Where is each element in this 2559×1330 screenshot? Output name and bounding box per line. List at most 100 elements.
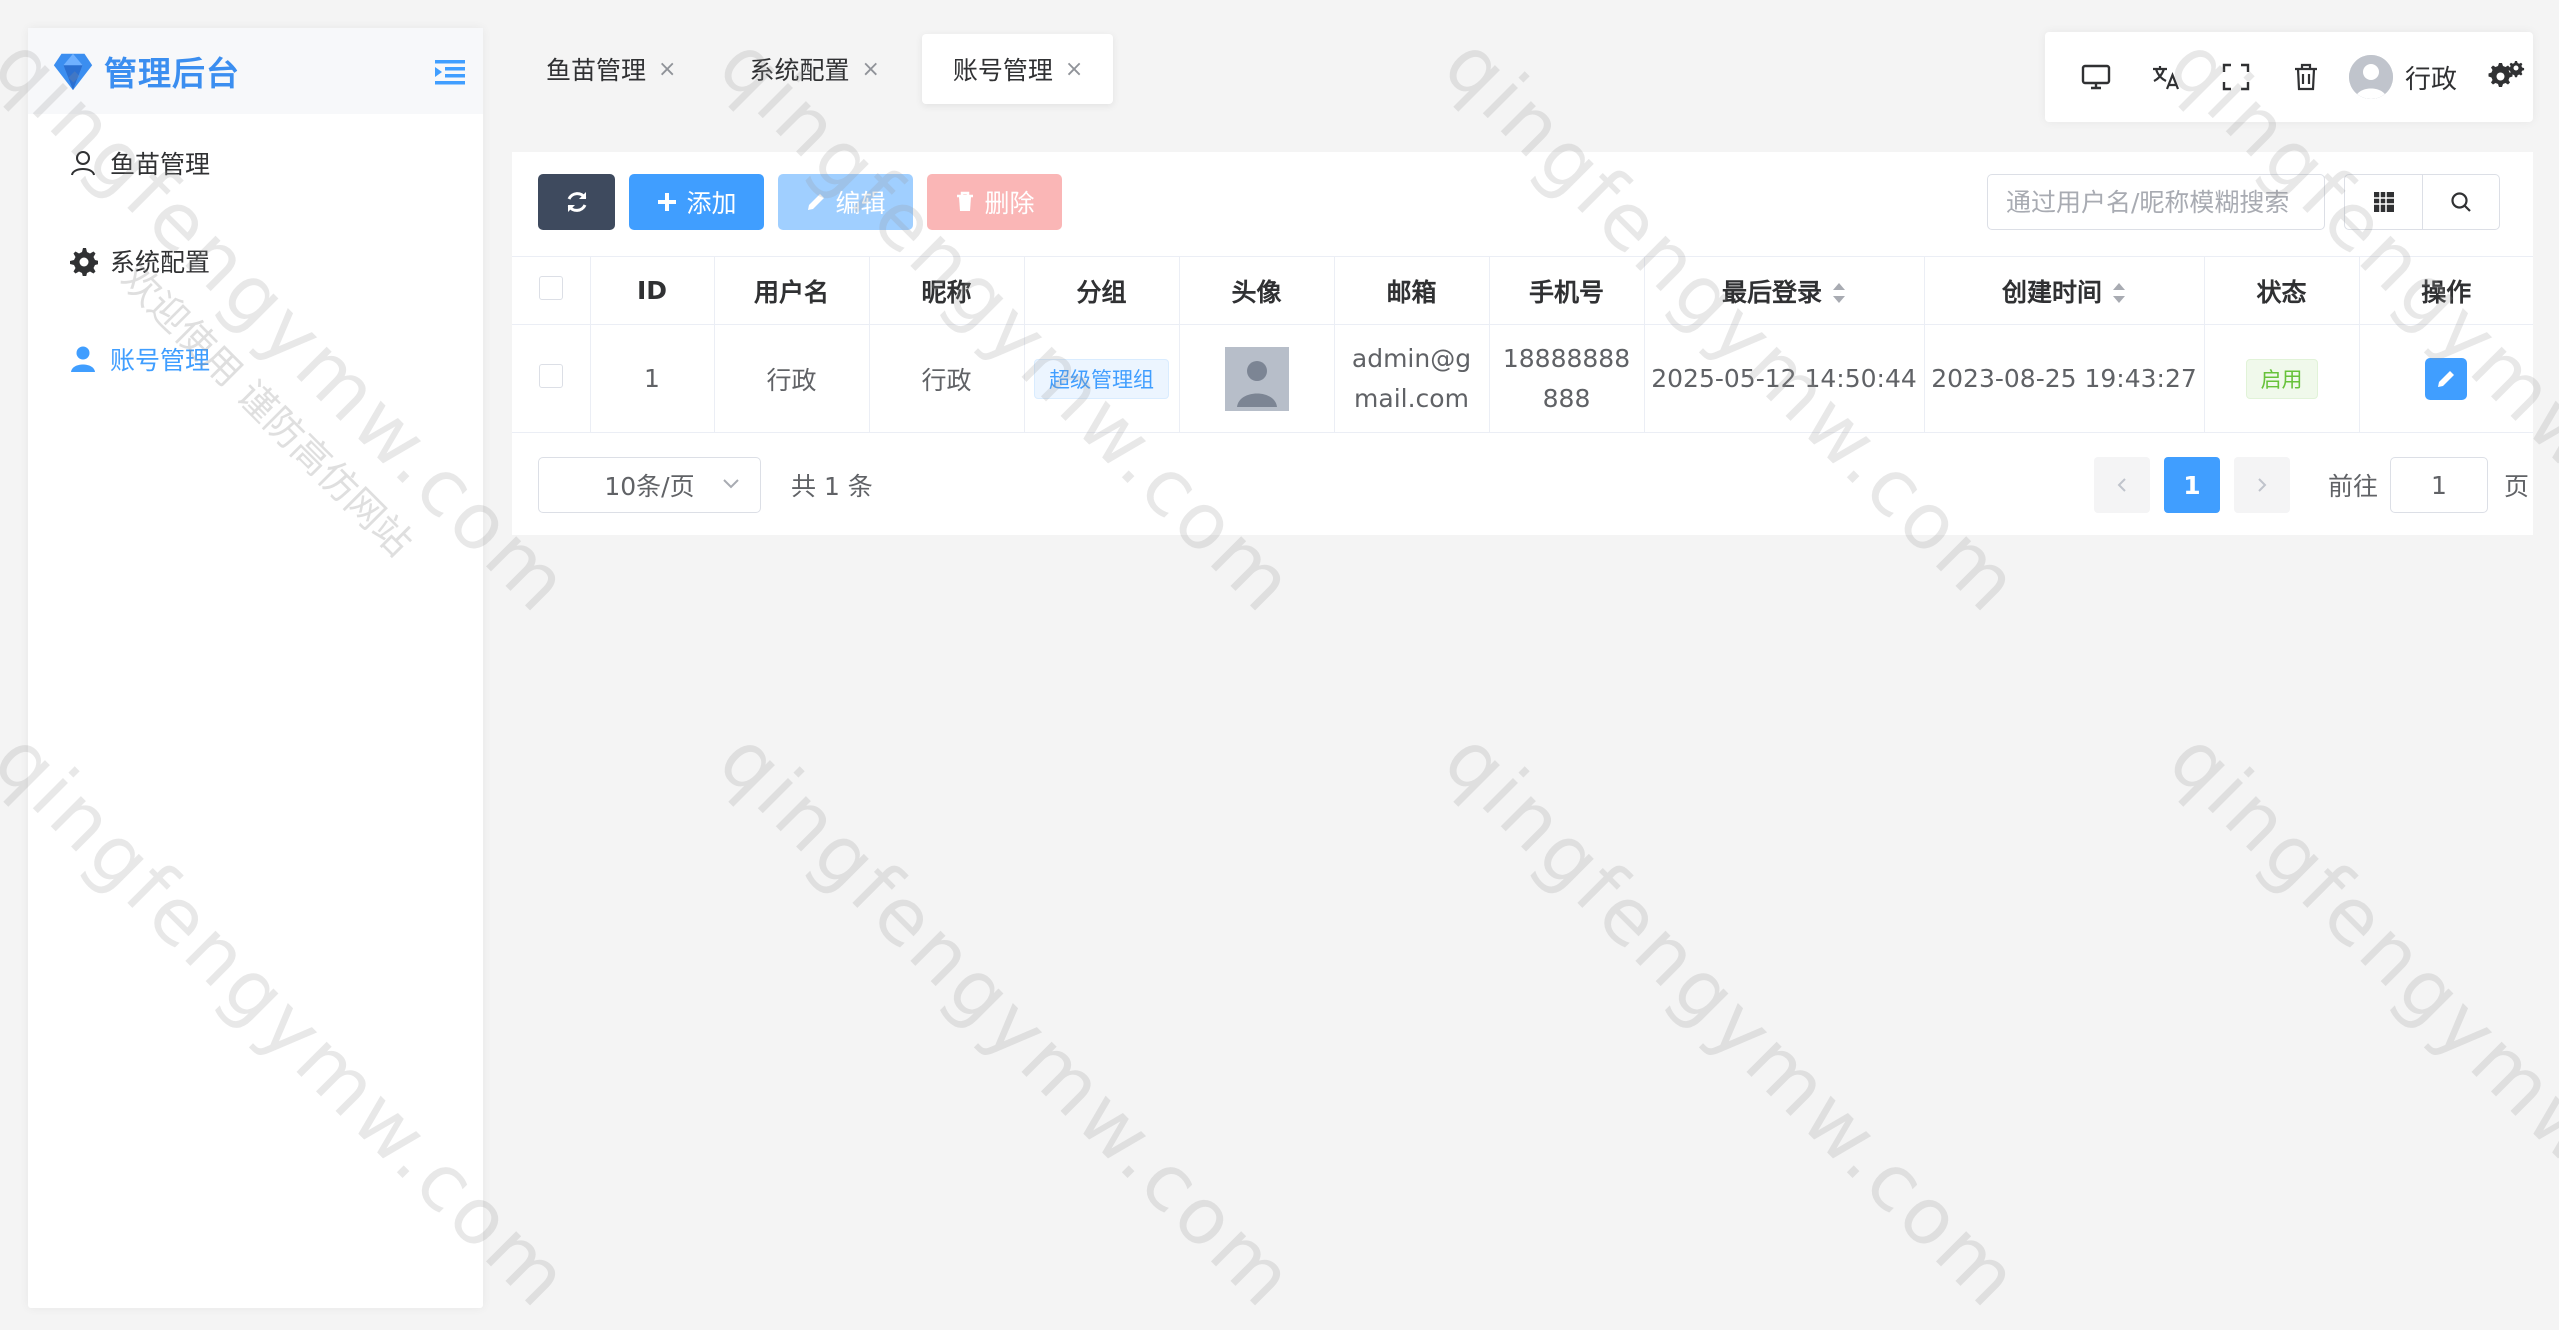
- settings-gear-icon[interactable]: [2485, 57, 2525, 97]
- refresh-button[interactable]: [538, 174, 615, 230]
- watermark: qingfengymw.com: [2151, 715, 2559, 1327]
- table-tools: [2344, 174, 2500, 230]
- tab-bar: 鱼苗管理 × 系统配置 × 账号管理 ×: [515, 34, 1125, 104]
- page-size-value: 10条/页: [604, 472, 695, 501]
- cell-group: 超级管理组: [1024, 324, 1180, 433]
- pagination-left: 10条/页 共 1 条: [538, 457, 873, 513]
- user-avatar-image[interactable]: [1224, 346, 1289, 411]
- menu-collapse-icon[interactable]: [433, 54, 467, 88]
- user-name: 行政: [2405, 64, 2458, 95]
- edit-button[interactable]: 编辑: [778, 174, 913, 230]
- cell-id: 1: [590, 324, 715, 433]
- column-toggle-button[interactable]: [2344, 174, 2422, 230]
- column-header-last-login[interactable]: 最后登录: [1644, 256, 1925, 325]
- logo-bar: 管理后台: [28, 28, 483, 114]
- sort-icon[interactable]: [2112, 282, 2126, 306]
- avatar: [2349, 55, 2393, 99]
- cell-phone: 18888888888: [1489, 324, 1645, 433]
- tab-label: 系统配置: [749, 56, 850, 85]
- row-checkbox[interactable]: [538, 363, 563, 388]
- cell-nickname: 行政: [869, 324, 1025, 433]
- page-number-button[interactable]: 1: [2163, 457, 2220, 513]
- table-header-row: ID 用户名 昵称 分组 头像 邮箱 手机号 最后登录 创建时间 状态 操作: [512, 256, 2533, 325]
- cell-operations: [2359, 324, 2533, 433]
- trash-icon[interactable]: [2271, 42, 2341, 112]
- pencil-icon: [2438, 370, 2455, 387]
- search-icon: [2451, 192, 2471, 212]
- column-header: ID: [590, 256, 715, 325]
- pagination-right: 1 前往 页: [2093, 457, 2533, 513]
- main-panel: 添加 编辑 删除 ID 用户名 昵称: [512, 152, 2533, 535]
- status-badge: 启用: [2245, 358, 2318, 399]
- page-size-select[interactable]: 10条/页: [538, 457, 761, 513]
- total-count: 共 1 条: [791, 472, 873, 501]
- search-input[interactable]: [1987, 174, 2325, 230]
- monitor-icon[interactable]: [2061, 42, 2131, 112]
- sidebar-item-system-config[interactable]: 系统配置: [28, 212, 483, 310]
- add-button-label: 添加: [686, 189, 737, 218]
- close-icon[interactable]: ×: [658, 57, 676, 82]
- sidebar: 管理后台 鱼苗管理 系统配置 账号管理: [28, 28, 483, 1308]
- watermark: qingfengymw.com: [701, 715, 1313, 1327]
- cell-email: admin@gmail.com: [1334, 324, 1490, 433]
- cell-created: 2023-08-25 19:43:27: [1924, 324, 2205, 433]
- watermark: qingfengymw.com: [1426, 715, 2038, 1327]
- add-button[interactable]: 添加: [629, 174, 764, 230]
- delete-button[interactable]: 删除: [927, 174, 1062, 230]
- prev-page-button[interactable]: [2093, 457, 2150, 513]
- group-tag: 超级管理组: [1034, 358, 1169, 399]
- tab-fish[interactable]: 鱼苗管理 ×: [515, 34, 706, 104]
- user-menu[interactable]: 行政: [2349, 55, 2457, 99]
- column-header-created[interactable]: 创建时间: [1924, 256, 2205, 325]
- action-bar: 添加 编辑 删除: [538, 174, 1076, 230]
- select-all-checkbox[interactable]: [538, 275, 563, 300]
- chevron-left-icon: [2117, 478, 2126, 492]
- refresh-icon: [567, 192, 586, 212]
- cell-avatar: [1179, 324, 1335, 433]
- tab-accounts[interactable]: 账号管理 ×: [921, 34, 1114, 104]
- user-filled-icon: [71, 346, 95, 372]
- row-select-cell[interactable]: [512, 324, 591, 433]
- row-edit-button[interactable]: [2425, 357, 2468, 400]
- plus-icon: [658, 193, 677, 211]
- translate-icon[interactable]: [2131, 42, 2201, 112]
- pencil-icon: [808, 194, 825, 210]
- sidebar-item-fish[interactable]: 鱼苗管理: [28, 114, 483, 212]
- column-header: 头像: [1179, 256, 1335, 325]
- gear-icon: [70, 248, 98, 276]
- goto-page-input[interactable]: [2389, 457, 2488, 513]
- edit-button-label: 编辑: [835, 189, 886, 218]
- column-header: 手机号: [1489, 256, 1645, 325]
- sort-icon[interactable]: [1832, 282, 1846, 306]
- accounts-table: ID 用户名 昵称 分组 头像 邮箱 手机号 最后登录 创建时间 状态 操作 1…: [512, 256, 2533, 433]
- sidebar-item-accounts[interactable]: 账号管理: [28, 310, 483, 408]
- app-brand: 管理后台: [104, 54, 240, 93]
- next-page-button[interactable]: [2233, 457, 2290, 513]
- tab-label: 鱼苗管理: [546, 56, 647, 85]
- delete-button-label: 删除: [984, 189, 1035, 218]
- select-all-cell[interactable]: [512, 256, 591, 325]
- user-outline-icon: [71, 151, 95, 176]
- column-header: 昵称: [869, 256, 1025, 325]
- cell-username: 行政: [714, 324, 870, 433]
- chevron-right-icon: [2258, 478, 2267, 492]
- sidebar-item-label: 系统配置: [110, 248, 211, 277]
- table-row: 1 行政 行政 超级管理组 admin@gmail.com 1888888888…: [512, 324, 2533, 433]
- column-header: 用户名: [714, 256, 870, 325]
- tab-label: 账号管理: [952, 56, 1053, 85]
- column-header: 分组: [1024, 256, 1180, 325]
- cell-status: 启用: [2204, 324, 2360, 433]
- page-unit-label: 页: [2503, 472, 2529, 501]
- cell-last-login: 2025-05-12 14:50:44: [1644, 324, 1925, 433]
- search-button[interactable]: [2422, 174, 2500, 230]
- close-icon[interactable]: ×: [861, 57, 879, 82]
- column-header-label: 创建时间: [2001, 277, 2102, 307]
- column-header: 状态: [2204, 256, 2360, 325]
- close-icon[interactable]: ×: [1065, 57, 1083, 82]
- sidebar-item-label: 鱼苗管理: [110, 150, 211, 179]
- fullscreen-icon[interactable]: [2201, 42, 2271, 112]
- column-header-label: 最后登录: [1721, 277, 1822, 307]
- sidebar-item-label: 账号管理: [110, 346, 211, 375]
- goto-label: 前往: [2327, 472, 2378, 501]
- tab-system-config[interactable]: 系统配置 ×: [718, 34, 909, 104]
